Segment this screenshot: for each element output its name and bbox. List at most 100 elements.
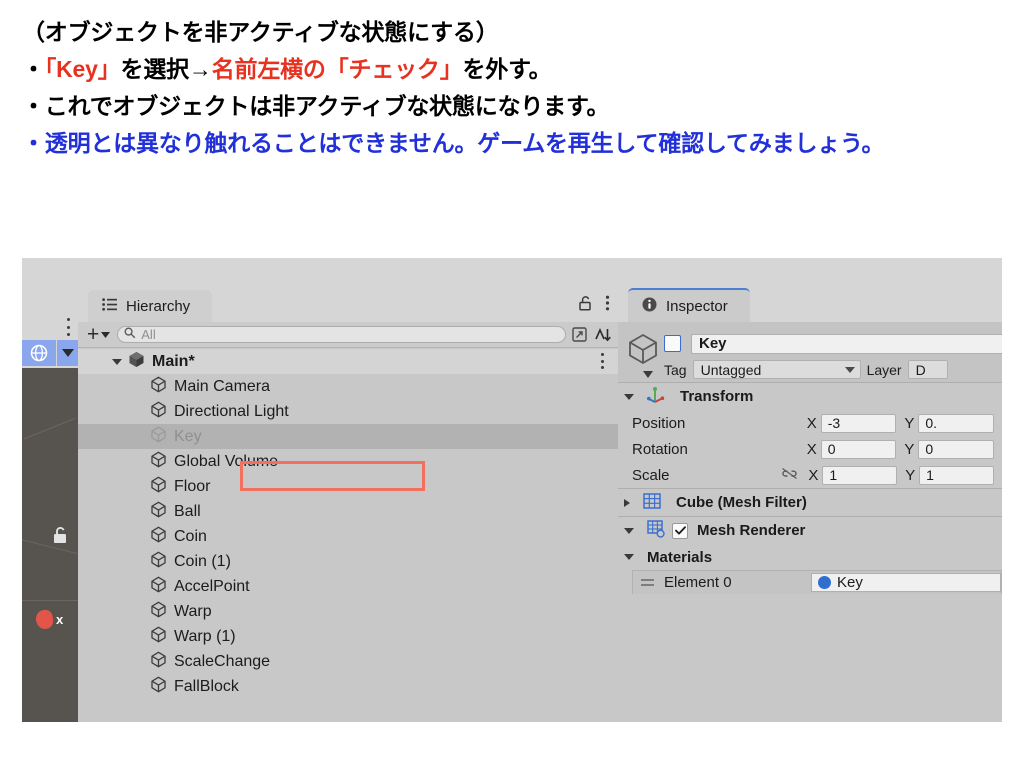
hierarchy-scene-kebab-menu-icon[interactable] [596,353,608,369]
hierarchy-panel: Hierarchy + All Main* Main Camera Direct… [78,258,618,722]
orientation-gizmo-icon[interactable] [22,340,56,366]
mesh-renderer-enabled-checkbox[interactable] [672,522,688,539]
transform-row-position: Position X -3 Y 0. [618,410,1002,436]
transform-position-y-input[interactable]: 0. [918,413,994,433]
inspector-panel: Inspector Key Tag Untagged Layer D Trans… [618,258,1002,722]
constrain-proportions-off-icon[interactable] [781,467,798,484]
slide-text-run: を選択→ [120,56,212,82]
hierarchy-item-floor[interactable]: Floor [78,474,618,499]
hierarchy-item-accelpoint[interactable]: AccelPoint [78,574,618,599]
hierarchy-kebab-menu-icon[interactable] [605,295,610,316]
slide-line-1: （オブジェクトを非アクティブな状態にする） [22,14,1012,51]
component-header-mesh-renderer[interactable]: Mesh Renderer [618,516,1002,544]
slide-text-run: を外す。 [462,56,552,82]
hierarchy-list[interactable]: Main* Main Camera Directional Light Key Glo… [78,349,618,722]
transform-label: Scale [632,466,670,484]
inspector-name-row: Key [664,331,1002,356]
hierarchy-lock-icon[interactable] [578,295,593,316]
transform-scale-x-input[interactable]: 1 [822,465,898,485]
transform-axis-letter: X [806,414,817,432]
materials-element-object-field[interactable]: Key [811,573,1001,592]
mesh-filter-title: Cube (Mesh Filter) [676,494,807,511]
tag-label: Tag [664,361,687,378]
scene-lock-icon[interactable] [52,526,68,549]
info-icon [642,297,657,316]
drag-handle-icon[interactable] [641,579,654,586]
scene-kebab-menu-icon[interactable] [62,318,74,336]
slide-text-run: ・これでオブジェクトは非アクティブな状態になります。 [22,93,610,119]
hierarchy-item-coin[interactable]: Coin [78,524,618,549]
gameobject-cube-icon [150,526,167,548]
gameobject-cube-icon [150,426,167,448]
component-header-transform[interactable]: Transform [618,382,1002,410]
transform-axis-letter: Y [904,414,915,432]
hierarchy-item-ball[interactable]: Ball [78,499,618,524]
scene-viewport[interactable]: x [22,368,78,722]
slide-line-2: ・「Key」を選択→名前左横の「チェック」を外す。 [22,51,1012,88]
hierarchy-item-scalechange[interactable]: ScaleChange [78,649,618,674]
hierarchy-item-warp[interactable]: Warp [78,599,618,624]
gameobject-cube-icon [150,626,167,648]
hierarchy-item-label: Coin (1) [174,552,231,570]
sort-icon[interactable] [593,326,612,343]
mesh-filter-chevron-right-icon[interactable] [624,498,630,507]
transform-chevron-down-icon[interactable] [624,393,634,400]
inspector-tabbar: Inspector [618,258,1002,322]
transform-rotation-x-input[interactable]: 0 [820,439,897,459]
tag-value: Untagged [700,361,762,378]
hierarchy-item-main-camera[interactable]: Main Camera [78,374,618,399]
slide-text-run: （オブジェクトを非アクティブな状態にする） [22,19,499,45]
gameobject-active-checkbox[interactable] [664,335,681,352]
chevron-down-icon[interactable] [112,358,122,365]
scene-gizmo-chevron-down-icon[interactable] [57,340,78,366]
hierarchy-item-label: Directional Light [174,402,289,420]
gameobject-cube-icon [150,601,167,623]
slide-text-run: 名前左横の「チェック」 [211,56,463,82]
transform-axis-letter: X [806,440,817,458]
hierarchy-item-label: Key [174,427,202,445]
hierarchy-item-key[interactable]: Key [78,424,618,449]
add-gameobject-button[interactable]: + [84,324,113,345]
transform-axis-letter: Y [904,440,915,458]
transform-title: Transform [680,388,754,405]
tag-dropdown[interactable]: Untagged [692,360,861,379]
transform-scale-y-input[interactable]: 1 [919,465,995,485]
gameobject-cube-icon [150,476,167,498]
hierarchy-item-label: Ball [174,502,201,520]
hierarchy-tabbar: Hierarchy [78,258,618,322]
transform-rotation-y-input[interactable]: 0 [918,439,994,459]
save-search-icon[interactable] [570,326,589,343]
transform-rows: Position X -3 Y 0. Rotation X 0 Y 0 Scale X 1 Y 1 [618,410,1002,488]
tab-hierarchy[interactable]: Hierarchy [88,290,213,322]
tab-inspector[interactable]: Inspector [628,288,750,322]
materials-element-row[interactable]: Element 0 Key [632,570,1002,594]
hierarchy-list-icon [102,297,117,315]
transform-row-rotation: Rotation X 0 Y 0 [618,436,1002,462]
hierarchy-item-warp-1[interactable]: Warp (1) [78,624,618,649]
hierarchy-item-coin-1[interactable]: Coin (1) [78,549,618,574]
layer-label: Layer [866,361,902,378]
hierarchy-scene-root[interactable]: Main* [78,349,618,374]
prefab-chevron-down-icon [643,371,653,378]
hierarchy-item-directional-light[interactable]: Directional Light [78,399,618,424]
gameobject-cube-icon [150,376,167,398]
gameobject-name-field[interactable]: Key [691,333,1002,354]
component-header-mesh-filter[interactable]: Cube (Mesh Filter) [618,488,1002,516]
mesh-filter-icon [643,492,661,514]
transform-position-x-input[interactable]: -3 [820,413,897,433]
layer-dropdown[interactable]: D [907,360,948,379]
hierarchy-item-fallblock[interactable]: FallBlock [78,674,618,699]
scene-axis-x-label: x [56,612,64,627]
gameobject-cube-icon [150,451,167,473]
hierarchy-search-placeholder: All [141,327,156,342]
inspector-object-header: Key Tag Untagged Layer D [618,322,1002,382]
materials-chevron-down-icon[interactable] [624,554,634,560]
search-icon [124,326,136,344]
hierarchy-search-input[interactable]: All [117,326,566,343]
hierarchy-item-label: Global Volume [174,452,279,470]
slide-line-4: ・透明とは異なり触れることはできません。ゲームを再生して確認してみましょう。 [22,125,1012,162]
hierarchy-item-global-volume[interactable]: Global Volume [78,449,618,474]
mesh-renderer-chevron-down-icon[interactable] [624,527,634,534]
hierarchy-tab-actions [578,295,610,316]
materials-header[interactable]: Materials [618,544,1002,570]
